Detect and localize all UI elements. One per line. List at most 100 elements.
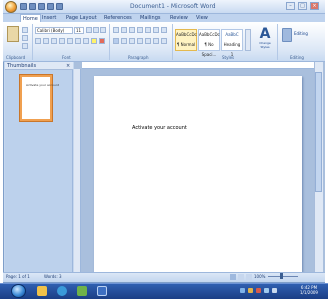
font-name-box[interactable]: Calibri (Body) <box>35 27 73 34</box>
line-spacing-icon[interactable] <box>145 38 151 44</box>
grow-font-icon[interactable] <box>86 27 92 33</box>
style-normal-label: ¶ Normal <box>176 42 196 47</box>
thumbnails-title[interactable]: Thumbnails <box>7 63 36 69</box>
cut-icon[interactable] <box>22 27 28 33</box>
zoom-slider-knob[interactable] <box>280 273 283 279</box>
change-styles-label: Change Styles <box>259 41 271 49</box>
tab-review[interactable]: Review <box>170 14 188 22</box>
format-painter-icon[interactable] <box>22 43 28 49</box>
shrink-font-icon[interactable] <box>93 27 99 33</box>
group-label-paragraph: Paragraph <box>128 55 149 60</box>
align-left-icon[interactable] <box>113 38 119 44</box>
media-player-icon[interactable] <box>77 286 87 296</box>
subscript-icon[interactable] <box>67 38 73 44</box>
bold-icon[interactable] <box>35 38 41 44</box>
scrollbar-thumb[interactable] <box>315 72 322 192</box>
style-no-spacing-preview: AaBbCcDc <box>199 32 220 37</box>
group-label-clipboard: Clipboard <box>6 55 26 60</box>
style-no-spacing[interactable]: AaBbCcDc ¶ No Spaci... <box>198 29 220 57</box>
document-body-text[interactable]: Activate your account <box>132 125 187 131</box>
tab-mailings[interactable]: Mailings <box>140 14 161 22</box>
taskbar-clock[interactable]: 6:42 PM 1/1/2009 <box>300 285 318 295</box>
start-button[interactable] <box>11 284 26 298</box>
group-label-font: Font <box>62 55 71 60</box>
borders-icon[interactable] <box>161 38 167 44</box>
style-normal[interactable]: AaBbCcDc ¶ Normal <box>175 29 197 51</box>
page-count[interactable]: Page: 1 of 1 <box>6 274 30 279</box>
word-count[interactable]: Words: 3 <box>44 274 62 279</box>
find-replace-icon[interactable] <box>282 28 292 42</box>
quick-access-more-icon[interactable] <box>56 3 63 10</box>
group-divider <box>172 24 173 60</box>
tray-power-icon[interactable] <box>272 288 277 293</box>
increase-indent-icon[interactable] <box>145 27 151 33</box>
style-normal-preview: AaBbCcDc <box>176 32 197 37</box>
style-no-spacing-label: ¶ No Spaci... <box>201 42 217 57</box>
tray-keyboard-icon[interactable] <box>240 288 245 293</box>
close-button[interactable]: × <box>310 2 319 10</box>
browser-icon[interactable] <box>57 286 67 296</box>
align-center-icon[interactable] <box>121 38 127 44</box>
minimize-button[interactable]: – <box>286 2 295 10</box>
tray-network-icon[interactable] <box>248 288 253 293</box>
sort-icon[interactable] <box>153 27 159 33</box>
italic-icon[interactable] <box>43 38 49 44</box>
group-label-styles: Styles <box>222 55 235 60</box>
vertical-ruler[interactable] <box>74 69 81 272</box>
undo-icon[interactable] <box>29 3 36 10</box>
print-preview-icon[interactable] <box>47 3 54 10</box>
clear-format-icon[interactable] <box>100 27 106 33</box>
change-styles-icon: A <box>259 26 271 42</box>
group-divider <box>109 24 110 60</box>
show-marks-icon[interactable] <box>161 27 167 33</box>
taskbar <box>0 283 328 299</box>
zoom-level[interactable]: 100% <box>254 274 265 279</box>
window-title: Document1 - Microsoft Word <box>130 3 216 10</box>
numbering-icon[interactable] <box>121 27 127 33</box>
highlight-icon[interactable] <box>91 38 97 44</box>
font-size-box[interactable]: 11 <box>74 27 84 34</box>
web-layout-view-icon[interactable] <box>246 274 252 280</box>
underline-icon[interactable] <box>51 38 57 44</box>
office-button[interactable] <box>5 1 17 13</box>
multilevel-list-icon[interactable] <box>129 27 135 33</box>
word-taskbar-icon[interactable] <box>97 286 107 296</box>
redo-icon[interactable] <box>38 3 45 10</box>
justify-icon[interactable] <box>137 38 143 44</box>
editing-button[interactable]: Editing <box>294 31 308 36</box>
full-screen-view-icon[interactable] <box>238 274 244 280</box>
copy-icon[interactable] <box>22 35 28 41</box>
clock-date: 1/1/2009 <box>300 290 318 295</box>
strikethrough-icon[interactable] <box>59 38 65 44</box>
bullets-icon[interactable] <box>113 27 119 33</box>
align-right-icon[interactable] <box>129 38 135 44</box>
superscript-icon[interactable] <box>75 38 81 44</box>
font-color-icon[interactable] <box>99 38 105 44</box>
horizontal-ruler[interactable] <box>82 62 314 69</box>
document-page[interactable] <box>94 76 302 272</box>
change-styles-button[interactable]: A Change Styles <box>256 27 274 51</box>
tab-insert[interactable]: Insert <box>42 14 56 22</box>
page-thumbnail-text: Activate your account <box>26 83 59 87</box>
thumbnails-close-button[interactable]: × <box>66 63 70 69</box>
paste-icon[interactable] <box>7 26 19 42</box>
tab-page-layout[interactable]: Page Layout <box>66 14 97 22</box>
style-heading-1-preview: AaBbC <box>225 32 239 37</box>
save-icon[interactable] <box>20 3 27 10</box>
style-heading-1[interactable]: AaBbC Heading 1 <box>221 29 243 57</box>
zoom-slider[interactable] <box>268 276 298 277</box>
change-case-icon[interactable] <box>83 38 89 44</box>
shading-icon[interactable] <box>153 38 159 44</box>
tab-view[interactable]: View <box>196 14 208 22</box>
tray-volume-icon[interactable] <box>264 288 269 293</box>
print-layout-view-icon[interactable] <box>230 274 236 280</box>
explorer-icon[interactable] <box>37 286 47 296</box>
tab-home[interactable]: Home <box>20 14 41 22</box>
tab-references[interactable]: References <box>104 14 132 22</box>
decrease-indent-icon[interactable] <box>137 27 143 33</box>
group-divider <box>277 24 278 60</box>
maximize-button[interactable]: □ <box>298 2 307 10</box>
group-divider <box>32 24 33 60</box>
styles-more-icon[interactable] <box>245 29 251 51</box>
tray-security-icon[interactable] <box>256 288 261 293</box>
